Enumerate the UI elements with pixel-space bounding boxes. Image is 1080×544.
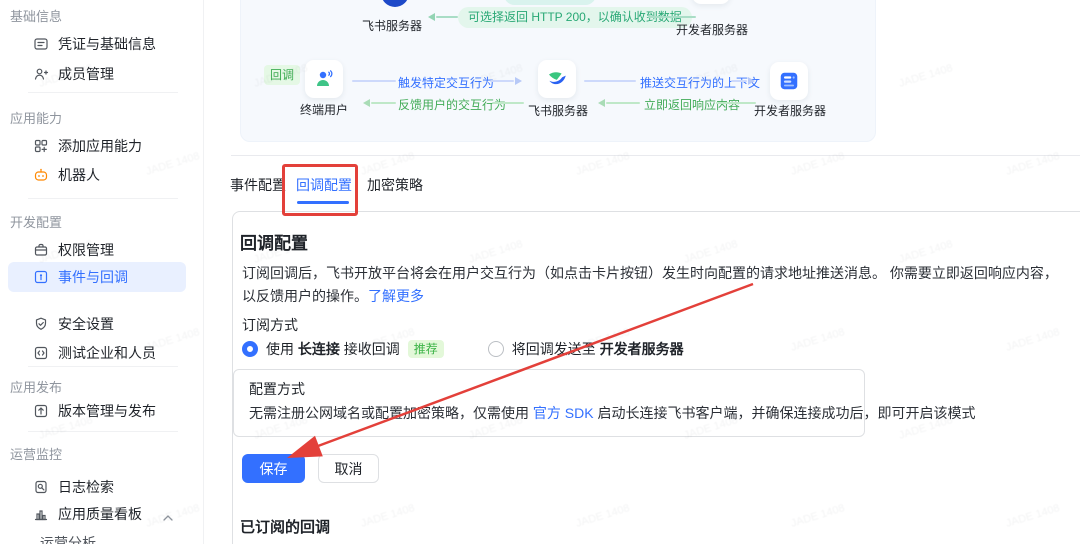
- callback-tag: 回调: [264, 65, 301, 85]
- upload-square-icon: [33, 403, 49, 419]
- arrow-left-icon: [428, 13, 435, 21]
- diagram-node-label: 飞书服务器: [362, 19, 423, 33]
- id-card-icon: [33, 36, 49, 52]
- section-title: 回调配置: [240, 234, 308, 253]
- sidebar-section-basic-info: 基础信息: [10, 9, 63, 24]
- diagram-node-label: 终端用户: [300, 103, 349, 117]
- description-text: 订阅回调后，飞书开放平台将会在用户交互行为（如点击卡片按钮）发生时向配置的请求地…: [242, 265, 1058, 304]
- sidebar-divider: [28, 431, 178, 432]
- sidebar-divider: [28, 198, 178, 199]
- robot-icon: [33, 167, 49, 183]
- chevron-up-icon[interactable]: [162, 509, 174, 521]
- user-plus-icon: [33, 66, 49, 82]
- diagram-node-label: 飞书服务器: [527, 104, 588, 118]
- sidebar-item-label: 成员管理: [58, 66, 114, 82]
- cancel-button[interactable]: 取消: [318, 454, 379, 483]
- radio-dev-server[interactable]: [487, 341, 504, 357]
- sidebar-section-ops-monitor: 运营监控: [10, 447, 63, 462]
- sidebar: 基础信息 凭证与基础信息 成员管理 应用能力 添加应用能力 机器人 开发配置 权…: [0, 0, 204, 544]
- sidebar-item-test-company[interactable]: 测试企业和人员: [8, 339, 186, 367]
- sidebar-item-label: 日志检索: [58, 479, 114, 495]
- end-user-node: [305, 60, 343, 98]
- sidebar-item-label: 凭证与基础信息: [58, 36, 156, 52]
- sidebar-item-add-capability[interactable]: 添加应用能力: [8, 132, 186, 160]
- sidebar-item-credentials[interactable]: 凭证与基础信息: [8, 30, 186, 58]
- arrow-left-icon: [598, 99, 605, 107]
- sidebar-section-app-release: 应用发布: [10, 380, 63, 395]
- arrow-left-icon: [363, 99, 370, 107]
- section-description: 订阅回调后，飞书开放平台将会在用户交互行为（如点击卡片按钮）发生时向配置的请求地…: [242, 262, 1066, 308]
- sidebar-item-label: 安全设置: [58, 316, 114, 332]
- flow-label: 推送交互行为的上下文: [640, 76, 761, 90]
- sidebar-item-permissions[interactable]: 权限管理: [8, 236, 186, 264]
- briefcase-icon: [33, 242, 49, 258]
- sidebar-item-label: 添加应用能力: [58, 138, 142, 154]
- subscribe-options: 使用 长连接 接收回调 推荐 将回调发送至 开发者服务器: [242, 339, 684, 359]
- sidebar-section-app-capability: 应用能力: [10, 111, 63, 126]
- sidebar-item-ops-analysis[interactable]: 运营分析: [40, 533, 96, 544]
- bar-chart-icon: [33, 506, 49, 522]
- tab-callback-config[interactable]: 回调配置: [296, 175, 352, 195]
- option-dev-server-label: 将回调发送至 开发者服务器: [511, 341, 684, 357]
- sidebar-item-events-callbacks[interactable]: 事件与回调: [8, 262, 186, 292]
- sidebar-item-label: 应用质量看板: [58, 506, 142, 522]
- arrow-right-icon: [748, 77, 755, 85]
- event-callback-icon: [33, 269, 49, 285]
- sidebar-item-version-release[interactable]: 版本管理与发布: [8, 397, 186, 425]
- server-icon: [780, 72, 798, 90]
- option-long-connection-label: 使用 长连接 接收回调: [266, 341, 400, 357]
- sidebar-item-label: 权限管理: [58, 242, 114, 258]
- sidebar-item-label: 机器人: [58, 167, 100, 183]
- active-tab-underline: [297, 201, 349, 204]
- diagram-node-label: 开发者服务器: [675, 23, 748, 37]
- subscribe-mode-label: 订阅方式: [242, 317, 298, 333]
- feishu-logo-icon: [549, 72, 566, 85]
- sidebar-section-dev-config: 开发配置: [10, 215, 63, 230]
- tab-encrypt-policy[interactable]: 加密策略: [367, 175, 423, 195]
- end-user-icon: [317, 70, 333, 86]
- tab-event-config[interactable]: 事件配置: [230, 175, 286, 195]
- flow-label: 立即返回响应内容: [644, 98, 741, 112]
- radio-long-connection[interactable]: [242, 341, 258, 357]
- log-search-icon: [33, 479, 49, 495]
- dev-server-node: [770, 62, 808, 100]
- flow-label: 触发特定交互行为: [398, 76, 495, 90]
- sidebar-item-label: 测试企业和人员: [58, 345, 156, 361]
- sidebar-item-quality-board[interactable]: 应用质量看板: [8, 500, 186, 528]
- config-mode-title: 配置方式: [249, 381, 305, 397]
- tab-strip-top-line: [231, 155, 1080, 156]
- sidebar-item-log-search[interactable]: 日志检索: [8, 473, 186, 501]
- flow-label: 反馈用户的交互行为: [398, 98, 507, 112]
- shield-check-icon: [33, 316, 49, 332]
- sidebar-item-bot[interactable]: 机器人: [8, 161, 186, 189]
- sidebar-item-members[interactable]: 成员管理: [8, 60, 186, 88]
- config-mode-body: 无需注册公网域名或配置加密策略，仅需使用 官方 SDK 启动长连接飞书客户端，并…: [249, 405, 976, 421]
- sidebar-item-security[interactable]: 安全设置: [8, 310, 186, 338]
- recommended-badge: 推荐: [407, 340, 444, 358]
- save-button[interactable]: 保存: [242, 454, 305, 483]
- feishu-server-node: [538, 60, 576, 98]
- sidebar-divider: [28, 92, 178, 93]
- code-square-icon: [33, 345, 49, 361]
- official-sdk-link[interactable]: 官方 SDK: [533, 405, 594, 421]
- grid-plus-icon: [33, 138, 49, 154]
- sidebar-item-label: 版本管理与发布: [58, 403, 156, 419]
- learn-more-link[interactable]: 了解更多: [368, 288, 424, 304]
- diagram-node-label: 开发者服务器: [753, 104, 826, 118]
- app-page: 基础信息 凭证与基础信息 成员管理 应用能力 添加应用能力 机器人 开发配置 权…: [0, 0, 1080, 544]
- sidebar-item-label: 事件与回调: [58, 269, 128, 285]
- subscribed-callbacks-title: 已订阅的回调: [240, 519, 331, 536]
- sidebar-divider: [28, 366, 178, 367]
- push-data-pill: 推送数据变化: [504, 0, 597, 5]
- arrow-right-icon: [515, 77, 522, 85]
